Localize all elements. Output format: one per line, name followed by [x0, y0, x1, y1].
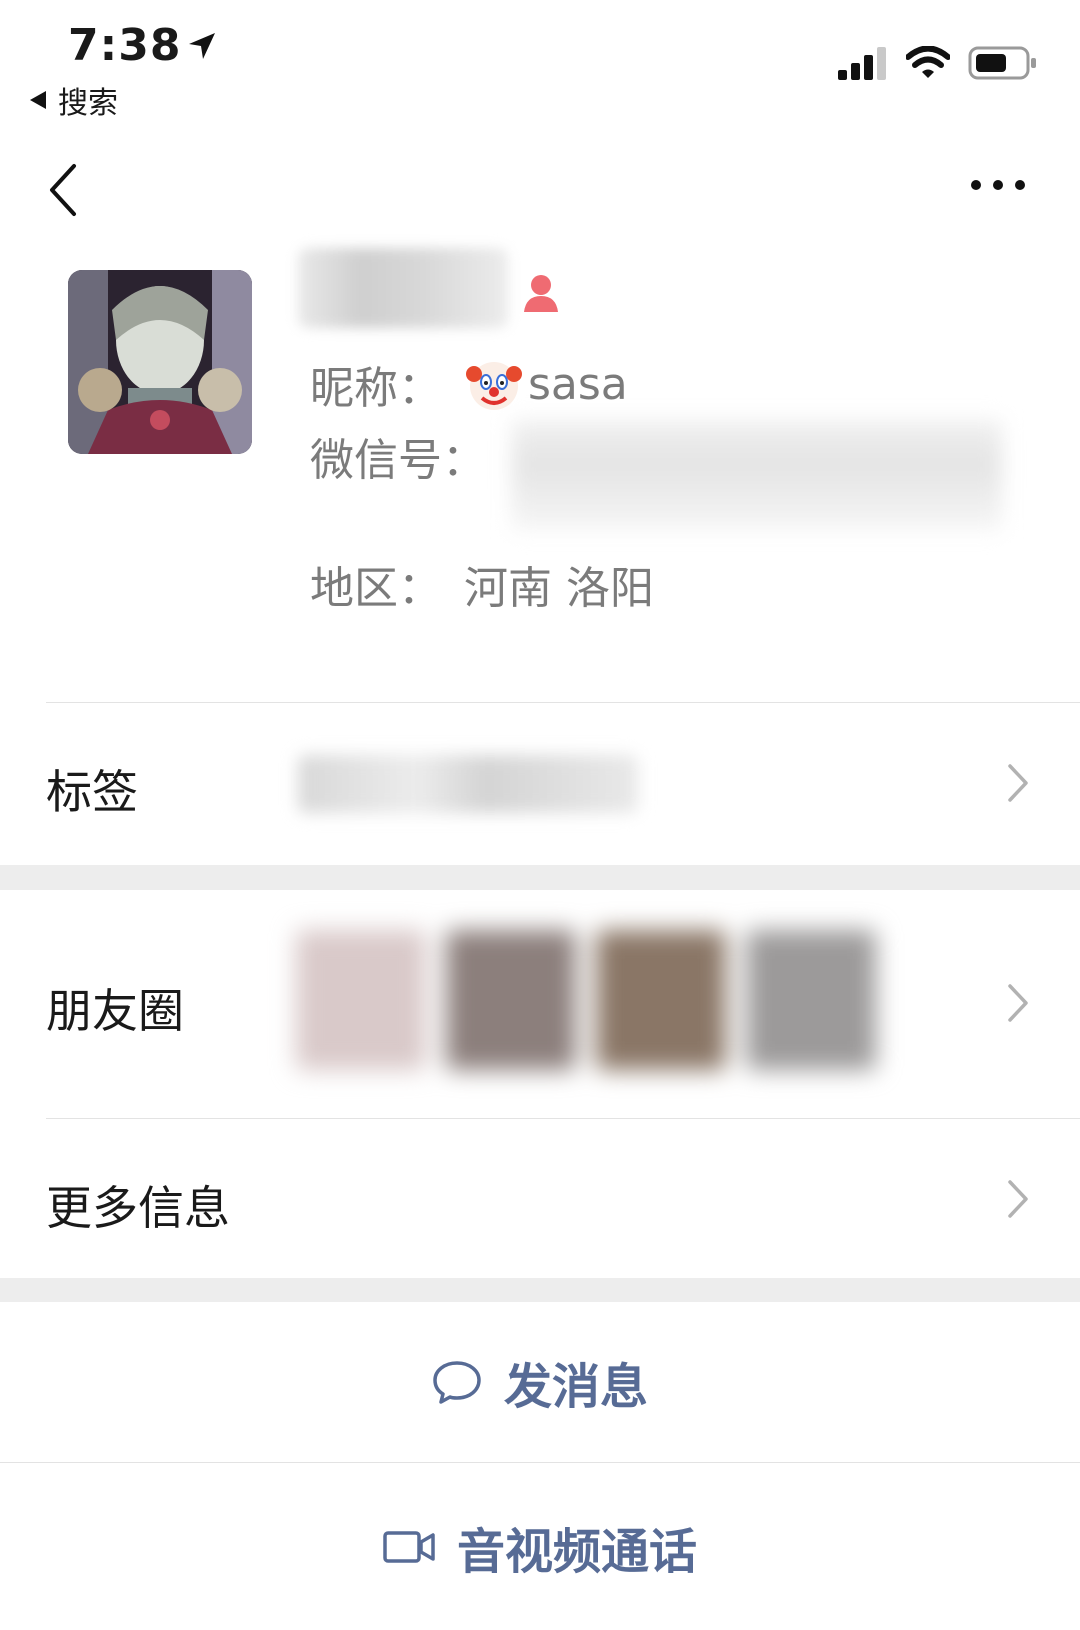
cellular-signal-icon [838, 47, 886, 80]
clock-text: 7:38 [68, 20, 182, 71]
nickname-value: sasa [528, 358, 628, 410]
audio-video-call-button[interactable]: 音视频通话 [0, 1463, 1080, 1630]
status-time: 7:38 [68, 20, 217, 71]
video-camera-icon [383, 1530, 435, 1563]
nickname-label: 昵称： [310, 363, 442, 414]
send-message-label: 发消息 [503, 1359, 648, 1415]
battery-icon [968, 46, 1036, 80]
back-to-search-link[interactable]: 搜索 [28, 78, 118, 122]
female-gender-icon [524, 275, 558, 312]
divider [46, 1118, 1080, 1119]
send-message-button[interactable]: 发消息 [0, 1302, 1080, 1462]
wechat-id-redacted [512, 420, 1002, 530]
wifi-icon [906, 46, 950, 78]
chevron-right-icon[interactable] [1004, 760, 1032, 806]
moments-thumbnails-redacted[interactable] [296, 930, 886, 1070]
avatar[interactable] [68, 270, 252, 454]
back-to-search-label: 搜索 [58, 86, 118, 121]
tags-redacted [298, 755, 638, 813]
back-arrow-icon[interactable] [40, 160, 90, 220]
chevron-right-icon[interactable] [1004, 1176, 1032, 1222]
chevron-right-icon[interactable] [1004, 980, 1032, 1026]
wechat-id-label: 微信号： [310, 435, 486, 486]
chat-bubble-icon [433, 1361, 481, 1404]
moments-row-label[interactable]: 朋友圈 [46, 975, 184, 1041]
more-info-row-label[interactable]: 更多信息 [46, 1172, 230, 1238]
region-value: 河南 洛阳 [464, 563, 654, 614]
name-redacted [298, 248, 508, 328]
divider [46, 702, 1080, 703]
more-options-icon[interactable] [968, 170, 1028, 200]
region-label: 地区： [310, 563, 442, 614]
wechat-id-row: 微信号： [310, 424, 486, 488]
status-icons [838, 46, 1038, 80]
region-row: 地区： 河南 洛阳 [310, 552, 654, 616]
clown-emoji-icon [466, 362, 522, 410]
tags-row-label[interactable]: 标签 [46, 756, 138, 822]
nickname-row: 昵称： sasa [310, 352, 628, 416]
location-arrow-icon [189, 32, 216, 59]
triangle-left-icon [30, 91, 46, 109]
audio-video-call-label: 音视频通话 [456, 1523, 697, 1580]
